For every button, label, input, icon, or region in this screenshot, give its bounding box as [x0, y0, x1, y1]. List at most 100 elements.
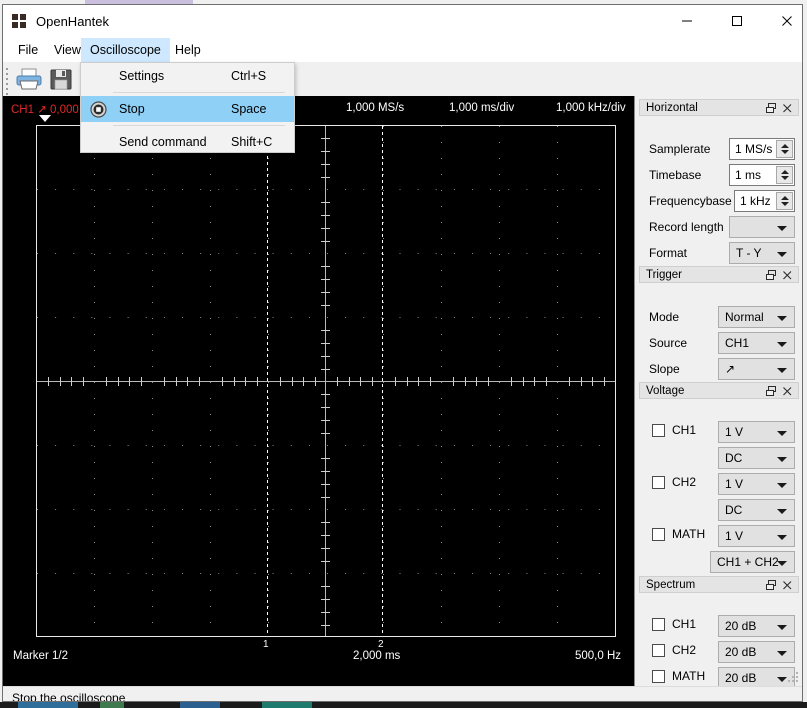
- save-button[interactable]: [48, 66, 78, 94]
- menu-oscilloscope[interactable]: Oscilloscope: [81, 38, 170, 62]
- stop-record-icon: [90, 101, 107, 118]
- panel-spectrum: Spectrum CH1 20 dB CH2 20 dB MATH 20 dB: [639, 576, 799, 689]
- spectrum-math-magnitude-value: 20 dB: [725, 671, 757, 685]
- float-icon[interactable]: [765, 579, 778, 592]
- application-root: OpenHantek File View Oscilloscope Help C…: [0, 0, 807, 708]
- voltage-math-operation-combo[interactable]: CH1 + CH2: [710, 551, 795, 573]
- trigger-level-arrow[interactable]: [39, 115, 51, 122]
- voltage-math-gain-value: 1 V: [725, 529, 744, 543]
- print-button[interactable]: [15, 66, 45, 94]
- spectrum-ch1-magnitude-value: 20 dB: [725, 619, 757, 633]
- samplerate-label: 1,000 MS/s: [346, 102, 405, 114]
- frequencybase-spinbox[interactable]: 1 kHz: [734, 190, 795, 212]
- main-window: OpenHantek File View Oscilloscope Help C…: [2, 4, 803, 702]
- oscilloscope-display[interactable]: CH1 ↗ 0,000 1,000 MS/s 1,000 ms/div 1,00…: [3, 96, 634, 686]
- panel-voltage: Voltage CH1 1 V DC CH2 1 V DC MATH 1 V C…: [639, 382, 799, 577]
- voltage-ch2-coupling-combo[interactable]: DC: [718, 499, 795, 521]
- marker-line-1[interactable]: [267, 126, 268, 636]
- close-icon[interactable]: [781, 579, 794, 592]
- trigger-slope-value: ↗: [725, 362, 736, 376]
- title-bar: OpenHantek: [3, 5, 802, 38]
- record-length-combo[interactable]: [729, 216, 795, 238]
- menu-item-settings-shortcut: Ctrl+S: [231, 69, 267, 83]
- voltage-ch1-label: CH1: [672, 423, 697, 437]
- spectrum-ch2-checkbox[interactable]: [652, 644, 665, 657]
- row-trigger-slope: Slope ↗: [639, 358, 799, 380]
- close-button[interactable]: [764, 5, 802, 37]
- trigger-slope-combo[interactable]: ↗: [718, 358, 795, 380]
- row-samplerate: Samplerate 1 MS/s: [639, 138, 799, 160]
- voltage-ch2-coupling-value: DC: [725, 503, 743, 517]
- voltage-ch2-gain-combo[interactable]: 1 V: [718, 473, 795, 495]
- panel-voltage-title-text: Voltage: [646, 385, 685, 397]
- menu-separator: [113, 92, 285, 93]
- menu-item-stop[interactable]: Stop Space: [81, 96, 294, 122]
- menu-item-send-command[interactable]: Send command Shift+C: [81, 129, 294, 155]
- voltage-ch1-gain-value: 1 V: [725, 425, 744, 439]
- spectrum-ch1-magnitude-combo[interactable]: 20 dB: [718, 615, 795, 637]
- timebase-label: Timebase: [649, 168, 702, 182]
- oscilloscope-menu-dropdown: Settings Ctrl+S Stop Space Send command: [80, 62, 295, 153]
- spectrum-ch2-magnitude-combo[interactable]: 20 dB: [718, 641, 795, 663]
- menu-separator: [113, 125, 285, 126]
- spectrum-math-checkbox[interactable]: [652, 670, 665, 683]
- row-timebase: Timebase 1 ms: [639, 164, 799, 186]
- format-label: Format: [649, 246, 688, 260]
- maximize-button[interactable]: [714, 5, 760, 37]
- dock-area: Horizontal Samplerate 1 MS/s Timebase 1 …: [634, 96, 802, 689]
- menu-help[interactable]: Help: [166, 38, 210, 62]
- row-trigger-mode: Mode Normal: [639, 306, 799, 328]
- menu-file[interactable]: File: [9, 38, 47, 62]
- close-icon[interactable]: [781, 102, 794, 115]
- spectrum-ch1-checkbox[interactable]: [652, 618, 665, 631]
- openhantek-app-icon: [12, 14, 28, 30]
- voltage-ch2-checkbox[interactable]: [652, 476, 665, 489]
- spectrum-ch2-label: CH2: [672, 643, 697, 657]
- status-message: Stop the oscilloscope: [12, 691, 126, 702]
- dock-resize-grip[interactable]: [788, 672, 799, 683]
- voltage-ch1-coupling-combo[interactable]: DC: [718, 447, 795, 469]
- panel-trigger: Trigger Mode Normal Source CH1 Slope ↗: [639, 266, 799, 381]
- float-icon[interactable]: [765, 102, 778, 115]
- close-icon[interactable]: [781, 385, 794, 398]
- voltage-ch1-checkbox[interactable]: [652, 424, 665, 437]
- marker-label-1: 1: [263, 639, 269, 650]
- toolbar-drag-handle[interactable]: [6, 68, 9, 95]
- row-trigger-source: Source CH1: [639, 332, 799, 354]
- marker-label-2: 2: [378, 639, 384, 650]
- samplerate-spinbox[interactable]: 1 MS/s: [729, 138, 795, 160]
- voltage-math-label: MATH: [672, 527, 706, 541]
- frequencybase-label: Frequencybase: [649, 194, 732, 208]
- minimize-button[interactable]: [664, 5, 710, 37]
- marker-line-2[interactable]: [382, 126, 383, 636]
- menu-item-stop-label: Stop: [119, 102, 145, 116]
- trigger-source-combo[interactable]: CH1: [718, 332, 795, 354]
- menu-item-send-command-label: Send command: [119, 135, 207, 149]
- format-value: T - Y: [736, 246, 762, 260]
- trigger-slope-label: Slope: [649, 362, 680, 376]
- marker-time-label: 2,000 ms: [353, 650, 401, 662]
- float-icon[interactable]: [765, 269, 778, 282]
- voltage-ch1-coupling-value: DC: [725, 451, 743, 465]
- voltage-ch2-gain-value: 1 V: [725, 477, 744, 491]
- panel-horizontal: Horizontal Samplerate 1 MS/s Timebase 1 …: [639, 99, 799, 266]
- close-icon[interactable]: [781, 269, 794, 282]
- trigger-source-value: CH1: [725, 336, 750, 350]
- menu-item-settings[interactable]: Settings Ctrl+S: [81, 63, 294, 89]
- record-length-label: Record length: [649, 220, 724, 234]
- trigger-source-label: Source: [649, 336, 688, 350]
- voltage-math-checkbox[interactable]: [652, 528, 665, 541]
- channel-marker-label: CH1 ↗ 0,000: [11, 104, 79, 116]
- desktop-taskbar: [0, 702, 807, 708]
- trigger-mode-combo[interactable]: Normal: [718, 306, 795, 328]
- voltage-ch2-label: CH2: [672, 475, 697, 489]
- voltage-ch1-gain-combo[interactable]: 1 V: [718, 421, 795, 443]
- panel-horizontal-title-text: Horizontal: [646, 102, 698, 114]
- voltage-math-gain-combo[interactable]: 1 V: [718, 525, 795, 547]
- timebase-spinbox[interactable]: 1 ms: [729, 164, 795, 186]
- float-icon[interactable]: [765, 385, 778, 398]
- format-combo[interactable]: T - Y: [729, 242, 795, 264]
- spectrum-math-label: MATH: [672, 669, 706, 683]
- timebase-label: 1,000 ms/div: [449, 102, 515, 114]
- menu-bar: File View Oscilloscope Help: [3, 38, 802, 62]
